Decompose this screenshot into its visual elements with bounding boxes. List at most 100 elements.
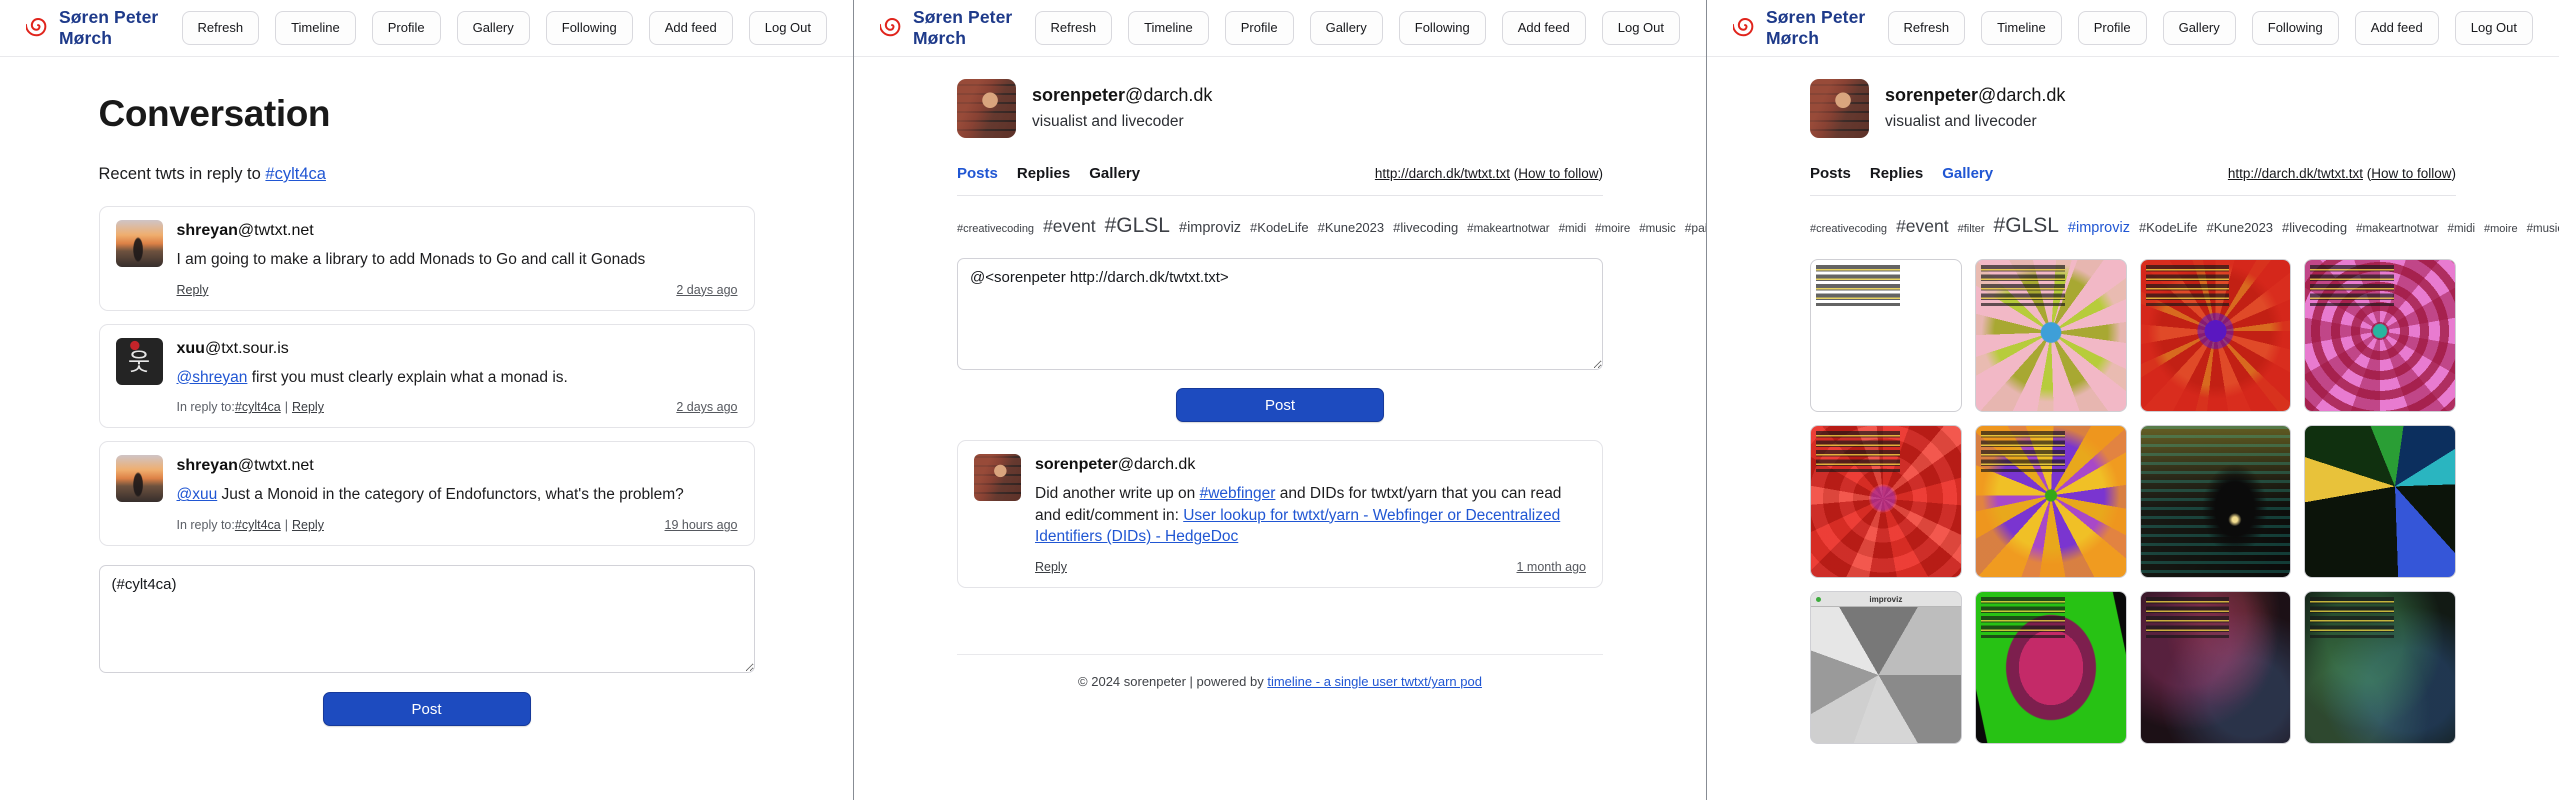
nav-button-log-out[interactable]: Log Out — [2455, 11, 2533, 45]
hashtag-link[interactable]: #KodeLife — [1250, 220, 1309, 235]
nav-button-refresh[interactable]: Refresh — [1888, 11, 1966, 45]
nav-button-profile[interactable]: Profile — [2078, 11, 2147, 45]
nav-button-refresh[interactable]: Refresh — [1035, 11, 1113, 45]
nav-button-gallery[interactable]: Gallery — [457, 11, 530, 45]
twt-timestamp-link[interactable]: 2 days ago — [676, 283, 737, 297]
tab-posts[interactable]: Posts — [1810, 165, 1851, 182]
panel-profile-posts: Søren Peter Mørch Refresh Timeline Profile… — [853, 0, 1706, 800]
tab-replies[interactable]: Replies — [1870, 165, 1923, 182]
inline-link[interactable]: @shreyan — [177, 369, 248, 386]
hashtag-link[interactable]: #filter — [1958, 223, 1985, 235]
nav-button-gallery[interactable]: Gallery — [1310, 11, 1383, 45]
tab-replies[interactable]: Replies — [1017, 165, 1070, 182]
nav-button-following[interactable]: Following — [2252, 11, 2339, 45]
body-text: I am going to make a library to add Mona… — [177, 251, 646, 268]
nav-button-refresh[interactable]: Refresh — [182, 11, 260, 45]
body-text: Did another write up on — [1035, 485, 1200, 502]
reply-link[interactable]: Reply — [177, 283, 209, 297]
hashtag-link[interactable]: #music — [2527, 223, 2559, 235]
gallery-item[interactable] — [2140, 425, 2292, 578]
nav-button-timeline[interactable]: Timeline — [275, 11, 356, 45]
hashtag-link[interactable]: #GLSL — [1105, 214, 1170, 237]
reply-composer-textarea[interactable]: (#cylt4ca) — [99, 565, 755, 673]
twt-author: shreyan@twtxt.net — [177, 220, 738, 240]
gallery-item[interactable] — [2304, 259, 2456, 412]
hashtag-link[interactable]: #Kune2023 — [1318, 220, 1385, 235]
nav-button-timeline[interactable]: Timeline — [1128, 11, 1209, 45]
hashtag-link[interactable]: #event — [1896, 216, 1949, 236]
twt-timestamp-link[interactable]: 19 hours ago — [665, 518, 738, 532]
twt-timestamp-link[interactable]: 1 month ago — [1517, 560, 1587, 574]
hashtag-link[interactable]: #midi — [1559, 223, 1586, 235]
hashtag-link[interactable]: #makeartnotwar — [2356, 223, 2438, 235]
post-button[interactable]: Post — [1176, 388, 1384, 422]
twt-meta: Reply 1 month ago — [1035, 560, 1586, 574]
nav-button-add-feed[interactable]: Add feed — [649, 11, 733, 45]
hashtag-link[interactable]: #moire — [2484, 223, 2518, 235]
nav-button-log-out[interactable]: Log Out — [1602, 11, 1680, 45]
hashtag-link[interactable]: #moire — [1595, 223, 1630, 235]
hashtag-link[interactable]: #GLSL — [1994, 214, 2059, 237]
hashtag-link[interactable]: #music — [1639, 223, 1675, 235]
how-to-follow-link[interactable]: How to follow — [2371, 166, 2451, 181]
twt-body: @xuu Just a Monoid in the category of En… — [177, 484, 738, 506]
nav-button-add-feed[interactable]: Add feed — [2355, 11, 2439, 45]
how-to-follow-link[interactable]: How to follow — [1518, 166, 1598, 181]
nav-button-log-out[interactable]: Log Out — [749, 11, 827, 45]
gallery-item[interactable] — [2304, 425, 2456, 578]
in-reply-to-tag-link[interactable]: #cylt4ca — [235, 400, 281, 414]
gallery-item[interactable]: improviz — [1810, 591, 1962, 744]
tab-gallery[interactable]: Gallery — [1942, 165, 1993, 182]
hashtag-link[interactable]: #livecoding — [2282, 220, 2347, 235]
nav-button-profile[interactable]: Profile — [1225, 11, 1294, 45]
post-button[interactable]: Post — [323, 692, 531, 726]
hashtag-link[interactable]: #Kune2023 — [2207, 220, 2274, 235]
hashtag-link[interactable]: #creativecoding — [1810, 223, 1887, 235]
nav-button-profile[interactable]: Profile — [372, 11, 441, 45]
tab-gallery[interactable]: Gallery — [1089, 165, 1140, 182]
post-composer-textarea[interactable]: @<sorenpeter http://darch.dk/twtxt.txt> — [957, 258, 1603, 370]
gallery-item[interactable] — [2304, 591, 2456, 744]
hashtag-link[interactable]: #improviz — [2068, 220, 2130, 236]
powered-by-link[interactable]: timeline - a single user twtxt/yarn pod — [1267, 674, 1482, 689]
gallery-item[interactable] — [1975, 425, 2127, 578]
gallery-item[interactable] — [1975, 259, 2127, 412]
thread-tag-link[interactable]: #cylt4ca — [265, 165, 326, 183]
gallery-item[interactable] — [2140, 591, 2292, 744]
reply-link[interactable]: Reply — [1035, 560, 1067, 574]
tab-posts[interactable]: Posts — [957, 165, 998, 182]
gallery-item[interactable] — [2140, 259, 2292, 412]
feed-url-link[interactable]: http://darch.dk/twtxt.txt — [1375, 166, 1510, 181]
brand-link[interactable]: Søren Peter Mørch — [1733, 7, 1888, 49]
profile-avatar — [1810, 79, 1869, 138]
hashtag-link[interactable]: #event — [1043, 216, 1096, 236]
inline-link[interactable]: #webfinger — [1200, 485, 1276, 502]
code-overlay — [1816, 431, 1900, 472]
gallery-item[interactable] — [1810, 425, 1962, 578]
hashtag-link[interactable]: #paintOver — [1685, 221, 1706, 235]
hashtag-link[interactable]: #improviz — [1179, 220, 1241, 236]
nav-button-following[interactable]: Following — [1399, 11, 1486, 45]
profile-name: sorenpeter@darch.dk — [1885, 79, 2065, 106]
inline-link[interactable]: @xuu — [177, 486, 218, 503]
brand-link[interactable]: Søren Peter Mørch — [880, 7, 1035, 49]
hashtag-link[interactable]: #livecoding — [1393, 220, 1458, 235]
reply-link[interactable]: Reply — [292, 518, 324, 532]
hashtag-link[interactable]: #KodeLife — [2139, 220, 2198, 235]
nav-button-following[interactable]: Following — [546, 11, 633, 45]
brand-link[interactable]: Søren Peter Mørch — [26, 7, 182, 49]
gallery-item[interactable] — [1975, 591, 2127, 744]
nav-button-timeline[interactable]: Timeline — [1981, 11, 2062, 45]
gallery-item[interactable] — [1810, 259, 1962, 412]
reply-link[interactable]: Reply — [292, 400, 324, 414]
in-reply-to-tag-link[interactable]: #cylt4ca — [235, 518, 281, 532]
nav-button-gallery[interactable]: Gallery — [2163, 11, 2236, 45]
code-overlay — [1981, 431, 2065, 472]
hashtag-link[interactable]: #midi — [2448, 223, 2475, 235]
nav-button-add-feed[interactable]: Add feed — [1502, 11, 1586, 45]
profile-tabs: Posts Replies Gallery — [1810, 165, 1993, 182]
hashtag-link[interactable]: #makeartnotwar — [1467, 223, 1549, 235]
twt-timestamp-link[interactable]: 2 days ago — [676, 400, 737, 414]
feed-url-link[interactable]: http://darch.dk/twtxt.txt — [2228, 166, 2363, 181]
hashtag-link[interactable]: #creativecoding — [957, 223, 1034, 235]
